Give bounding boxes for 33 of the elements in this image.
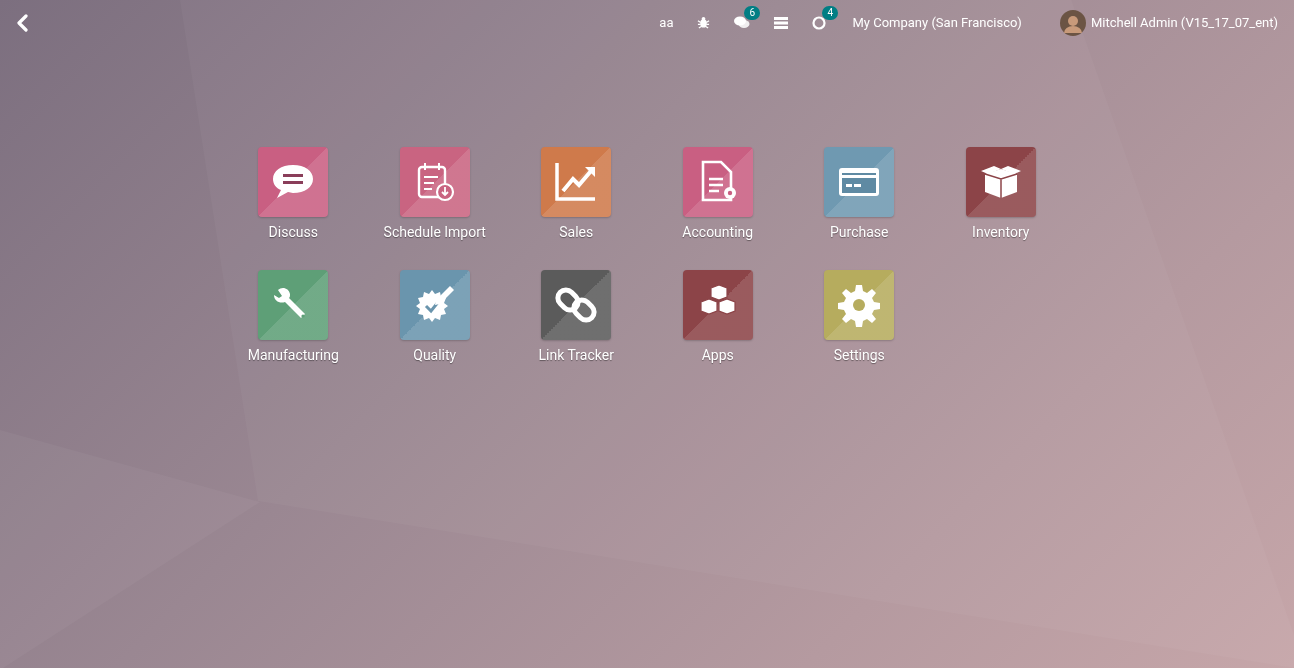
back-icon[interactable]: [16, 13, 28, 32]
app-tile[interactable]: [682, 270, 753, 340]
app-tile[interactable]: [541, 270, 612, 340]
list-icon[interactable]: [774, 16, 789, 29]
app-label[interactable]: Purchase: [830, 223, 889, 241]
app-label[interactable]: Manufacturing: [247, 346, 339, 364]
avatar-icon: [1059, 9, 1086, 36]
app-tile[interactable]: [399, 147, 470, 217]
app-tile[interactable]: [541, 147, 612, 217]
message-count-badge: 6: [744, 6, 761, 20]
app-tile[interactable]: [824, 270, 895, 340]
gear-icon: [836, 282, 883, 328]
user-menu[interactable]: Mitchell Admin (V15_17_07_ent): [1090, 15, 1278, 30]
app-tile[interactable]: [965, 147, 1036, 217]
app-tile[interactable]: [258, 147, 329, 217]
app-tile[interactable]: [682, 147, 753, 217]
app-label[interactable]: Quality: [413, 346, 457, 364]
bug-icon[interactable]: [697, 16, 711, 29]
app-tile[interactable]: [399, 270, 470, 340]
app-label[interactable]: Inventory: [972, 223, 1030, 241]
company-switcher[interactable]: My Company (San Francisco): [852, 15, 1022, 30]
app-label[interactable]: Settings: [833, 346, 885, 364]
chat-icon[interactable]: [734, 16, 751, 29]
app-tile[interactable]: [824, 147, 895, 217]
app-label[interactable]: Sales: [559, 223, 594, 241]
app-label[interactable]: Apps: [701, 346, 734, 364]
app-label[interactable]: Accounting: [682, 223, 754, 241]
activity-count-badge: 4: [822, 5, 839, 20]
debug-label[interactable]: aa: [659, 15, 674, 30]
app-label[interactable]: Schedule Import: [383, 223, 486, 241]
app-tile[interactable]: [258, 270, 329, 340]
app-label[interactable]: Discuss: [268, 223, 318, 241]
app-label[interactable]: Link Tracker: [538, 346, 614, 364]
